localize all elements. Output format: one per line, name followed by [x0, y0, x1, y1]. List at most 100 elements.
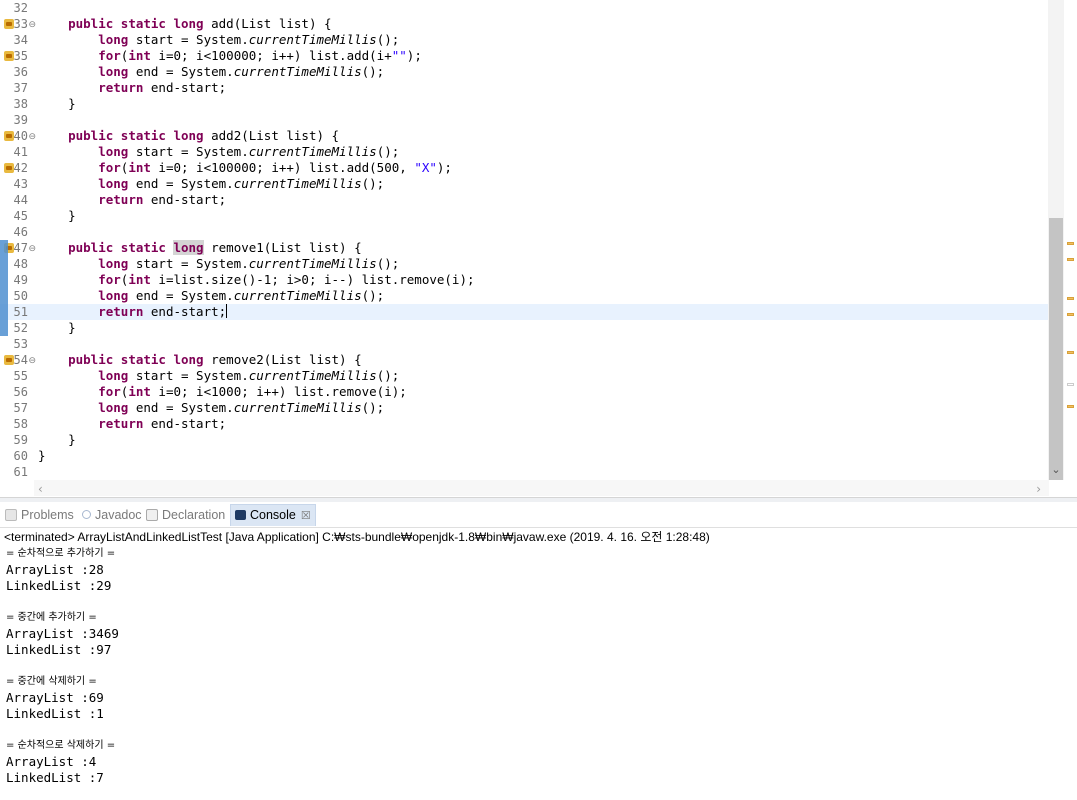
code-line[interactable]: 39	[0, 112, 1048, 128]
code-token: for	[98, 272, 121, 287]
ruler-marker[interactable]	[1067, 383, 1074, 386]
line-gutter[interactable]: 40 ⊖	[0, 128, 36, 145]
code-text: long start = System.currentTimeMillis();	[38, 32, 399, 48]
console-line: ArrayList :4	[6, 754, 97, 769]
code-line[interactable]: 61	[0, 464, 1048, 480]
line-gutter[interactable]: 60	[0, 448, 34, 464]
warning-icon[interactable]	[4, 19, 14, 29]
line-gutter[interactable]: 45	[0, 208, 34, 224]
fold-icon[interactable]: ⊖	[28, 129, 36, 145]
line-number: 56	[13, 385, 28, 399]
ruler-marker[interactable]	[1067, 351, 1074, 354]
line-gutter[interactable]: 38	[0, 96, 34, 112]
line-gutter[interactable]: 39	[0, 112, 34, 128]
line-gutter[interactable]: 43	[0, 176, 34, 192]
code-line[interactable]: 32	[0, 0, 1048, 16]
code-line[interactable]: 51 return end-start;	[0, 304, 1048, 320]
fold-icon[interactable]: ⊖	[28, 353, 36, 369]
line-gutter[interactable]: 55	[0, 368, 34, 384]
code-text: }	[38, 448, 46, 464]
scroll-left-icon[interactable]: ‹	[38, 482, 43, 496]
code-line[interactable]: 57 long end = System.currentTimeMillis()…	[0, 400, 1048, 416]
line-gutter[interactable]: 36	[0, 64, 34, 80]
tab-declaration[interactable]: Declaration	[146, 506, 225, 526]
overview-ruler[interactable]	[1064, 0, 1077, 480]
code-line[interactable]: 49 for(int i=list.size()-1; i>0; i--) li…	[0, 272, 1048, 288]
code-token: currentTimeMillis	[233, 176, 362, 191]
code-text: long start = System.currentTimeMillis();	[38, 368, 399, 384]
code-token: "X"	[414, 160, 437, 175]
line-gutter[interactable]: 61	[0, 464, 34, 480]
quick-diff-bar	[0, 240, 8, 336]
line-gutter[interactable]: 35	[0, 48, 34, 64]
fold-icon[interactable]: ⊖	[28, 17, 36, 33]
line-gutter[interactable]: 56	[0, 384, 34, 400]
tab-console[interactable]: Console ☒	[230, 504, 316, 526]
code-token: end = System.	[128, 288, 234, 303]
line-gutter[interactable]: 44	[0, 192, 34, 208]
ruler-marker[interactable]	[1067, 242, 1074, 245]
code-editor[interactable]: 32 33 ⊖ public static long add(List list) …	[0, 0, 1077, 497]
code-line[interactable]: 42 for(int i=0; i<100000; i++) list.add(…	[0, 160, 1048, 176]
code-line[interactable]: 41 long start = System.currentTimeMillis…	[0, 144, 1048, 160]
code-line[interactable]: 34 long start = System.currentTimeMillis…	[0, 32, 1048, 48]
scrollbar-thumb[interactable]	[1049, 218, 1063, 480]
scroll-down-icon[interactable]: ⌄	[1050, 464, 1062, 476]
code-line[interactable]: 59 }	[0, 432, 1048, 448]
line-gutter[interactable]: 42	[0, 160, 34, 176]
code-line[interactable]: 52 }	[0, 320, 1048, 336]
warning-icon[interactable]	[4, 51, 14, 61]
line-number: 58	[13, 417, 28, 431]
line-gutter[interactable]: 46	[0, 224, 34, 240]
tab-javadoc[interactable]: Javadoc	[82, 506, 142, 526]
console-panel[interactable]: <terminated> ArrayListAndLinkedListTest …	[0, 527, 1077, 800]
code-line[interactable]: 44 return end-start;	[0, 192, 1048, 208]
code-line[interactable]: 36 long end = System.currentTimeMillis()…	[0, 64, 1048, 80]
code-line[interactable]: 35 for(int i=0; i<100000; i++) list.add(…	[0, 48, 1048, 64]
code-line[interactable]: 50 long end = System.currentTimeMillis()…	[0, 288, 1048, 304]
horizontal-scrollbar[interactable]: ‹ ›	[34, 480, 1049, 496]
code-line[interactable]: 54 ⊖ public static long remove2(List list…	[0, 352, 1048, 368]
code-token: int	[128, 160, 151, 175]
code-line[interactable]: 37 return end-start;	[0, 80, 1048, 96]
code-line[interactable]: 33 ⊖ public static long add(List list) {	[0, 16, 1048, 32]
warning-icon[interactable]	[4, 131, 14, 141]
vertical-scrollbar[interactable]: ⌄	[1048, 0, 1064, 480]
tab-label: Declaration	[162, 508, 226, 522]
close-icon[interactable]: ☒	[301, 510, 311, 522]
line-gutter[interactable]: 57	[0, 400, 34, 416]
line-number: 43	[13, 177, 28, 191]
code-line[interactable]: 58 return end-start;	[0, 416, 1048, 432]
line-gutter[interactable]: 33 ⊖	[0, 16, 36, 33]
tab-problems[interactable]: Problems	[5, 506, 74, 526]
line-gutter[interactable]: 54 ⊖	[0, 352, 36, 369]
line-gutter[interactable]: 32	[0, 0, 34, 16]
line-gutter[interactable]: 34	[0, 32, 34, 48]
code-line[interactable]: 43 long end = System.currentTimeMillis()…	[0, 176, 1048, 192]
line-gutter[interactable]: 53	[0, 336, 34, 352]
code-line[interactable]: 60}	[0, 448, 1048, 464]
ruler-marker[interactable]	[1067, 258, 1074, 261]
line-gutter[interactable]: 59	[0, 432, 34, 448]
line-gutter[interactable]: 58	[0, 416, 34, 432]
scroll-right-icon[interactable]: ›	[1036, 482, 1041, 496]
fold-icon[interactable]: ⊖	[28, 241, 36, 257]
code-line[interactable]: 45 }	[0, 208, 1048, 224]
code-line[interactable]: 55 long start = System.currentTimeMillis…	[0, 368, 1048, 384]
code-line[interactable]: 47 ⊖ public static long remove1(List list…	[0, 240, 1048, 256]
code-token: start = System.	[128, 368, 249, 383]
warning-icon[interactable]	[4, 355, 14, 365]
line-gutter[interactable]: 41	[0, 144, 34, 160]
code-line[interactable]: 48 long start = System.currentTimeMillis…	[0, 256, 1048, 272]
ruler-marker[interactable]	[1067, 297, 1074, 300]
code-line[interactable]: 53	[0, 336, 1048, 352]
code-line[interactable]: 38 }	[0, 96, 1048, 112]
ruler-marker[interactable]	[1067, 405, 1074, 408]
code-line[interactable]: 56 for(int i=0; i<1000; i++) list.remove…	[0, 384, 1048, 400]
line-gutter[interactable]: 37	[0, 80, 34, 96]
code-line[interactable]: 46	[0, 224, 1048, 240]
line-number: 46	[13, 225, 28, 239]
ruler-marker[interactable]	[1067, 313, 1074, 316]
code-line[interactable]: 40 ⊖ public static long add2(List list) {	[0, 128, 1048, 144]
warning-icon[interactable]	[4, 163, 14, 173]
